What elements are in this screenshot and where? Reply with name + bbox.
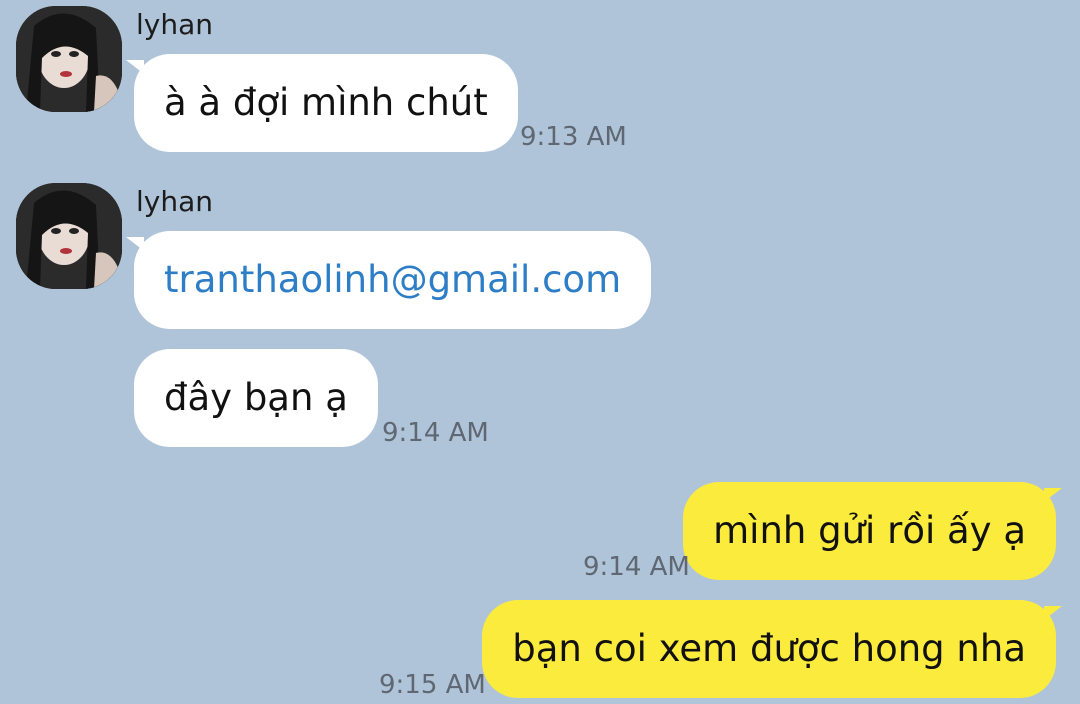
avatar[interactable] <box>16 183 122 289</box>
sender-name: lyhan <box>136 185 213 218</box>
message-timestamp: 9:13 AM <box>520 122 627 152</box>
message-timestamp: 9:14 AM <box>583 552 690 582</box>
outgoing-message-bubble[interactable]: mình gửi rồi ấy ạ <box>683 482 1056 580</box>
outgoing-message-bubble[interactable]: bạn coi xem được hong nha <box>482 600 1056 698</box>
message-timestamp: 9:15 AM <box>379 670 486 700</box>
email-link-bubble[interactable]: tranthaolinh@gmail.com <box>134 231 652 329</box>
profile-photo-icon <box>16 6 122 112</box>
avatar[interactable] <box>16 6 122 112</box>
message-bubble[interactable]: à à đợi mình chút <box>134 54 518 152</box>
chat-transcript: lyhan à à đợi mình chút 9:13 AM lyhan tr… <box>0 0 1080 704</box>
sender-name: lyhan <box>136 8 213 41</box>
message-timestamp: 9:14 AM <box>382 418 489 448</box>
profile-photo-icon <box>16 183 122 289</box>
message-bubble[interactable]: đây bạn ạ <box>134 349 378 447</box>
